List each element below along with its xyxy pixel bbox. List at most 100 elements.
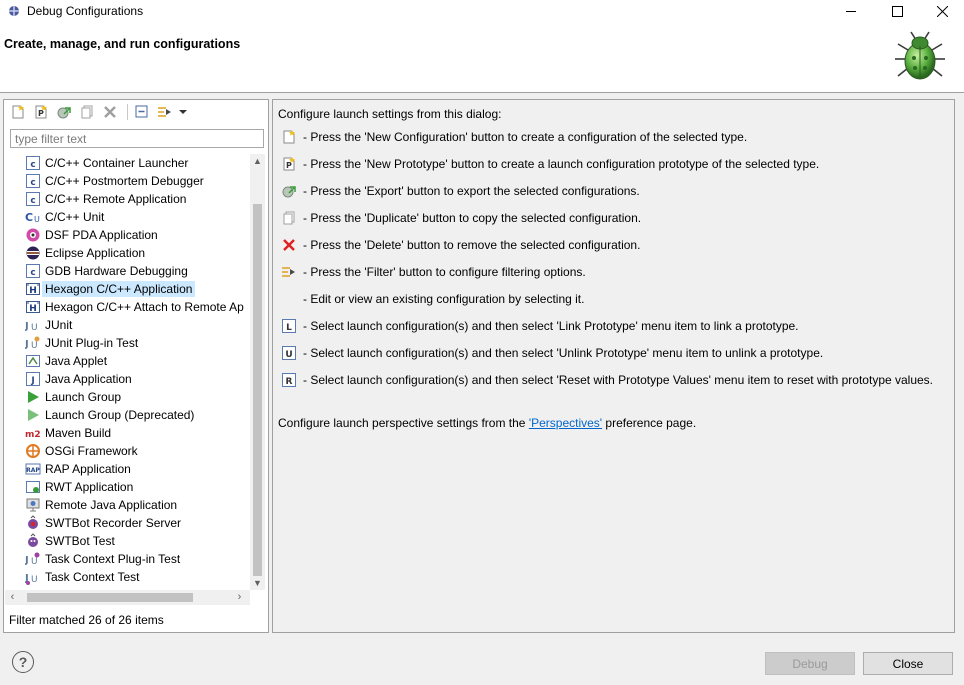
tree-item[interactable]: H Hexagon C/C++ Attach to Remote Ap <box>25 298 244 316</box>
tree-vertical-scrollbar[interactable]: ▲ ▼ <box>250 154 265 590</box>
help-row-text: - Press the 'Duplicate' button to copy t… <box>303 211 642 225</box>
maximize-button[interactable] <box>874 0 920 22</box>
svg-text:J: J <box>25 321 29 332</box>
java-applet-icon <box>25 353 41 369</box>
tree-item[interactable]: Java Applet <box>25 352 107 370</box>
c-config-icon: c <box>25 155 41 171</box>
eclipse-debug-app-icon <box>9 6 19 16</box>
filter-button[interactable] <box>155 103 175 121</box>
svg-text:U: U <box>34 215 40 224</box>
filter-input[interactable] <box>10 129 264 148</box>
tree-item-label: C/C++ Container Launcher <box>45 156 189 170</box>
scroll-right-icon[interactable]: › <box>232 590 247 605</box>
scroll-up-icon[interactable]: ▲ <box>250 154 265 168</box>
close-button[interactable]: Close <box>863 652 953 675</box>
tree-item-label: SWTBot Recorder Server <box>45 516 182 530</box>
tree-item[interactable]: OSGi Framework <box>25 442 138 460</box>
help-row: U - Select launch configuration(s) and th… <box>281 344 823 362</box>
dialog-header: Create, manage, and run configurations <box>0 22 964 92</box>
help-row: - Press the 'Delete' button to remove th… <box>281 236 640 254</box>
delete-icon <box>281 237 297 253</box>
duplicate-icon <box>81 105 93 119</box>
collapse-all-icon <box>135 105 148 118</box>
svg-text:U: U <box>285 350 292 360</box>
tree-item[interactable]: c C/C++ Container Launcher <box>25 154 188 172</box>
svg-text:c: c <box>30 178 35 188</box>
close-window-button[interactable] <box>919 0 964 22</box>
tree-item[interactable]: Remote Java Application <box>25 496 177 514</box>
tree-item-label: RAP Application <box>45 462 131 476</box>
swtbot-icon <box>25 533 41 549</box>
svg-text:c: c <box>30 196 35 206</box>
tree-item[interactable]: RWT Application <box>25 478 133 496</box>
tree-item[interactable]: m2 Maven Build <box>25 424 111 442</box>
eclipse-icon <box>25 245 41 261</box>
tree-item[interactable]: SWTBot Test <box>25 532 115 550</box>
hexagon-icon: H <box>25 299 41 315</box>
svg-text:c: c <box>30 268 35 278</box>
tree-item[interactable]: C U C/C++ Unit <box>25 208 104 226</box>
minimize-button[interactable] <box>828 0 874 22</box>
tree-horizontal-scrollbar[interactable]: ‹ › <box>5 590 250 605</box>
horizontal-scroll-thumb[interactable] <box>27 593 193 602</box>
export-button[interactable] <box>54 103 74 121</box>
rwt-icon <box>25 479 41 495</box>
help-panel: Configure launch settings from this dial… <box>272 99 955 633</box>
hexagon-icon: H <box>25 281 41 297</box>
tree-item-label: Hexagon C/C++ Application <box>42 281 196 297</box>
configuration-tree-panel: P type filter text c C/C++ Container Lau… <box>3 99 269 633</box>
task-context-icon: JU <box>25 569 41 585</box>
duplicate-button[interactable] <box>77 103 97 121</box>
view-menu-button[interactable] <box>178 103 188 121</box>
tree-item[interactable]: Launch Group (Deprecated) <box>25 406 194 424</box>
tree-item[interactable]: Launch Group <box>25 388 121 406</box>
new-configuration-button[interactable] <box>8 103 28 121</box>
delete-icon <box>104 106 116 118</box>
collapse-all-button[interactable] <box>132 103 152 121</box>
svg-text:U: U <box>31 323 38 333</box>
svg-text:J: J <box>25 555 29 566</box>
tree-item-label: Hexagon C/C++ Attach to Remote Ap <box>45 300 244 314</box>
tree-item[interactable]: SWTBot Recorder Server <box>25 514 181 532</box>
tree-item[interactable]: J Java Application <box>25 370 132 388</box>
perspectives-suffix: preference page. <box>602 416 697 430</box>
tree-item[interactable]: RAP RAP Application <box>25 460 131 478</box>
tree-item[interactable]: J U Task Context Plug-in Test <box>25 550 180 568</box>
swtbot-recorder-icon <box>25 515 41 531</box>
perspectives-link[interactable]: 'Perspectives' <box>529 416 602 430</box>
tree-item-label: Task Context Test <box>45 570 140 584</box>
tree-item-label: C/C++ Postmortem Debugger <box>45 174 204 188</box>
tree-item[interactable]: c C/C++ Postmortem Debugger <box>25 172 204 190</box>
svg-text:H: H <box>29 304 37 314</box>
tree-item[interactable]: H Hexagon C/C++ Application <box>25 280 196 298</box>
delete-button[interactable] <box>100 103 120 121</box>
scroll-left-icon[interactable]: ‹ <box>5 590 20 605</box>
maven-icon: m2 <box>25 425 41 441</box>
tree-item[interactable]: DSF PDA Application <box>25 226 158 244</box>
tree-item[interactable]: Eclipse Application <box>25 244 145 262</box>
help-row: L - Select launch configuration(s) and th… <box>281 317 799 335</box>
tree-item-label: Java Applet <box>45 354 108 368</box>
svg-text:C: C <box>25 211 33 224</box>
launch-group-deprecated-icon <box>25 407 41 423</box>
osgi-icon <box>25 443 41 459</box>
tree-item[interactable]: c GDB Hardware Debugging <box>25 262 188 280</box>
tree-item[interactable]: J U Task Context Test <box>25 568 140 586</box>
title-bar: Debug Configurations <box>0 0 964 22</box>
tree-item-label: Maven Build <box>45 426 112 440</box>
tree-item[interactable]: c C/C++ Remote Application <box>25 190 186 208</box>
help-button[interactable]: ? <box>12 651 34 673</box>
configuration-tree: c C/C++ Container Launcher c C/C++ Postmort… <box>5 154 249 590</box>
new-prototype-button[interactable]: P <box>31 103 51 121</box>
svg-text:L: L <box>286 323 292 333</box>
tree-item[interactable]: J U JUnit <box>25 316 72 334</box>
vertical-scroll-thumb[interactable] <box>253 204 262 576</box>
help-row-text: - Press the 'Export' button to export th… <box>303 184 640 198</box>
tree-item-label: JUnit Plug-in Test <box>45 336 139 350</box>
tree-item[interactable]: J U JUnit Plug-in Test <box>25 334 138 352</box>
help-row: - Press the 'Export' button to export th… <box>281 182 640 200</box>
scroll-down-icon[interactable]: ▼ <box>250 576 265 590</box>
svg-text:J: J <box>30 376 34 386</box>
new-configuration-icon <box>281 129 297 145</box>
debug-button[interactable]: Debug <box>765 652 855 675</box>
